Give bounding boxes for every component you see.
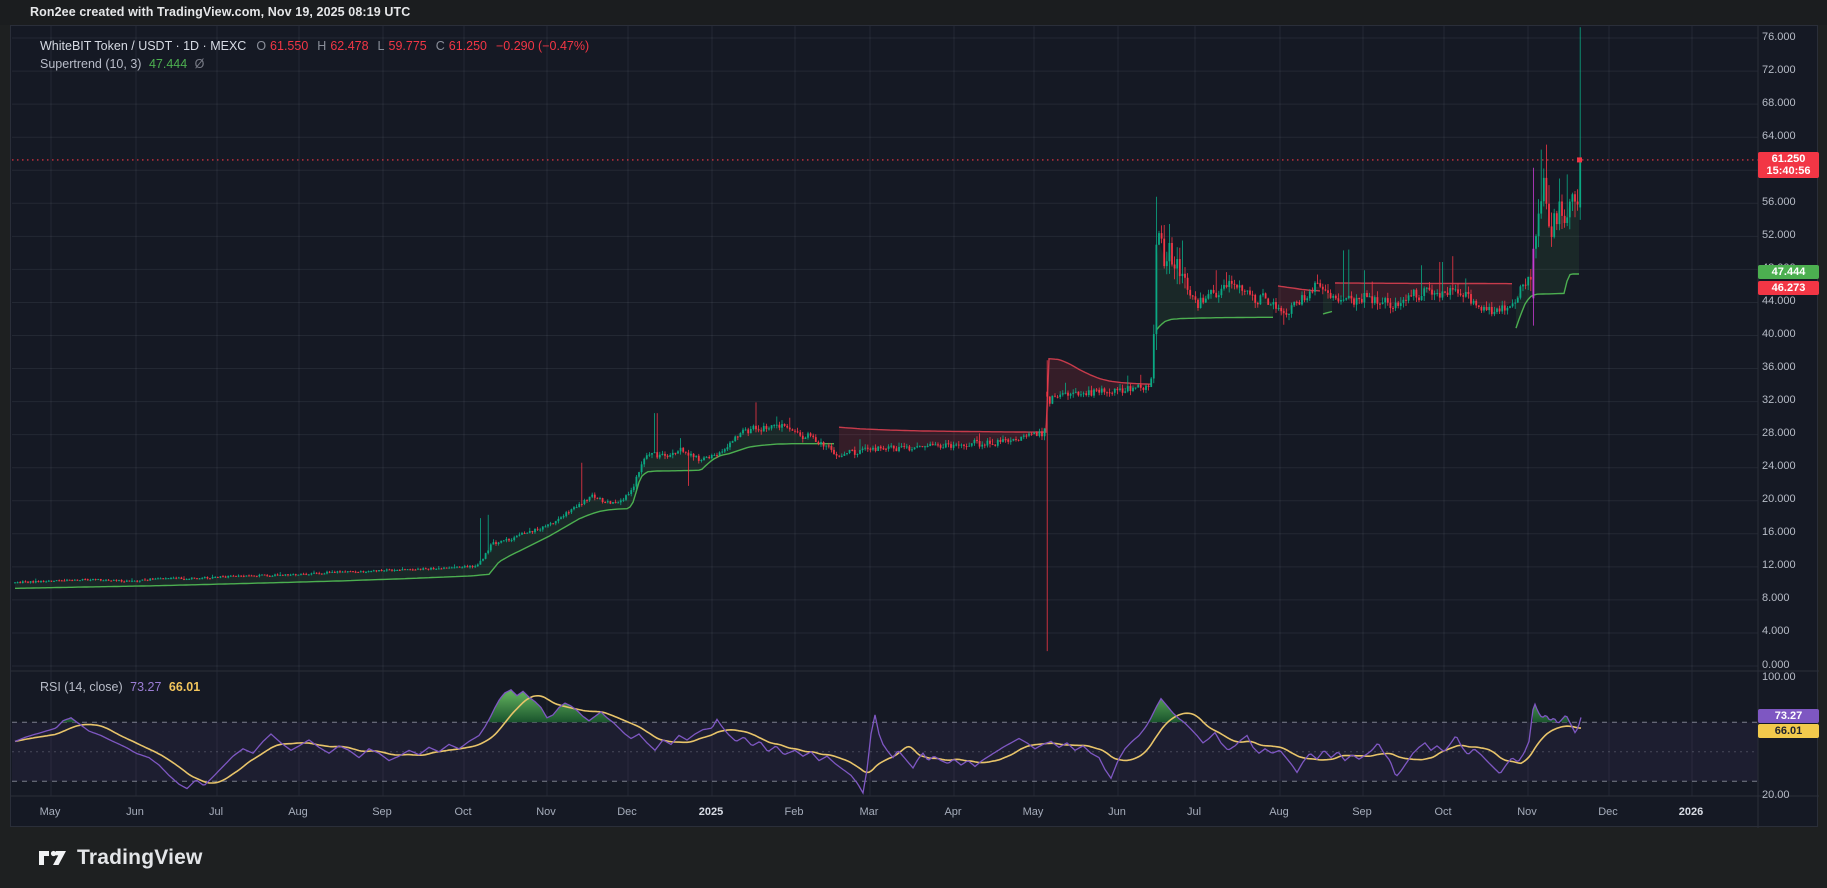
time-axis-month-label: Apr [944,806,962,818]
time-axis-month-label: Sep [1352,806,1372,818]
high-value: 62.478 [330,39,369,53]
price-tick-label: 52.000 [1762,228,1796,241]
high-label: H [317,39,327,53]
price-tick-label: 20.000 [1762,493,1796,506]
price-tick-label: 68.000 [1762,96,1796,109]
price-tick-label: 12.000 [1762,559,1796,572]
time-axis-month-label: Oct [1434,806,1452,818]
supertrend-value-badge: 47.444 [1758,265,1819,280]
price-tick-label: 40.000 [1762,328,1796,340]
time-axis-month-label: Sep [372,806,392,818]
price-tick-label: 8.000 [1762,592,1790,605]
tradingview-chart-screenshot: Ron2ee created with TradingView.com, Nov… [0,0,1827,888]
price-tick-label: 4.000 [1762,625,1790,638]
rsi-ma-value-badge: 66.01 [1758,724,1819,739]
time-axis-month-label: Aug [1269,806,1289,818]
price-tick-label: 44.000 [1762,294,1796,307]
time-axis-month-label: Nov [536,806,556,818]
time-axis-month-label: Dec [617,806,637,818]
price-tick-label: 36.000 [1762,361,1796,374]
time-axis-month-label: Jul [208,806,224,818]
supertrend-red-value-badge: 46.273 [1758,280,1819,295]
time-axis-year-label: 2025 [698,806,724,818]
change-value: −0.290 (−0.47%) [496,39,590,53]
hidden-values-icon[interactable]: Ø [195,57,205,71]
time-axis-month-label: May [1022,806,1044,818]
tradingview-logo-text: TradingView [77,846,203,869]
time-axis-year-label: 2026 [1678,806,1704,818]
tradingview-logo[interactable]: TradingView [38,843,203,873]
price-tick-label: 32.000 [1762,394,1796,407]
price-tick-label: 56.000 [1762,195,1796,208]
time-axis-month-label: Mar [859,806,879,818]
close-value: 61.250 [448,39,487,53]
time-axis-month-label: Jul [1186,806,1202,818]
chart-canvas[interactable] [1,1,1827,888]
symbol-title[interactable]: WhiteBIT Token / USDT · 1D · MEXC [40,39,246,53]
supertrend-value: 47.444 [148,57,188,71]
price-tick-label: 24.000 [1762,460,1796,473]
time-axis-month-label: Dec [1598,806,1618,818]
rsi-tick-label: 20.00 [1762,788,1790,801]
time-axis-month-label: May [39,806,61,818]
time-axis-month-label: Oct [454,806,472,818]
price-tick-label: 16.000 [1762,526,1796,539]
open-value: 61.550 [270,39,309,53]
close-label: C [435,39,445,53]
price-tick-label: 72.000 [1762,63,1796,76]
low-value: 59.775 [388,39,427,53]
time-axis-month-label: Aug [288,806,308,818]
price-tick-label: 76.000 [1762,30,1796,43]
chart-panel[interactable] [10,25,1819,828]
time-axis-month-label: Jun [126,806,144,818]
time-axis-month-label: Jun [1108,806,1126,818]
rsi-value: 73.27 [130,680,162,694]
open-label: O [256,39,267,53]
rsi-value-badge: 73.27 [1758,709,1819,724]
price-tick-label: 64.000 [1762,129,1796,142]
supertrend-name[interactable]: Supertrend (10, 3) [40,57,141,71]
tradingview-logo-icon [39,850,66,865]
symbol-legend[interactable]: WhiteBIT Token / USDT · 1D · MEXC O 61.550… [40,39,593,53]
last-price-badge: 61.250 15:40:56 [1758,151,1819,178]
price-tick-label: 0.000 [1762,658,1790,671]
price-tick-label: 28.000 [1762,427,1796,440]
rsi-name[interactable]: RSI (14, close) [40,680,123,694]
rsi-tick-label: 100.00 [1762,670,1796,683]
rsi-legend[interactable]: RSI (14, close) 73.27 66.01 [40,680,204,694]
time-axis-month-label: Feb [784,806,804,818]
supertrend-legend[interactable]: Supertrend (10, 3) 47.444 Ø [40,57,208,71]
low-label: L [377,39,385,53]
time-axis-month-label: Nov [1517,806,1537,818]
rsi-ma-value: 66.01 [168,680,201,694]
